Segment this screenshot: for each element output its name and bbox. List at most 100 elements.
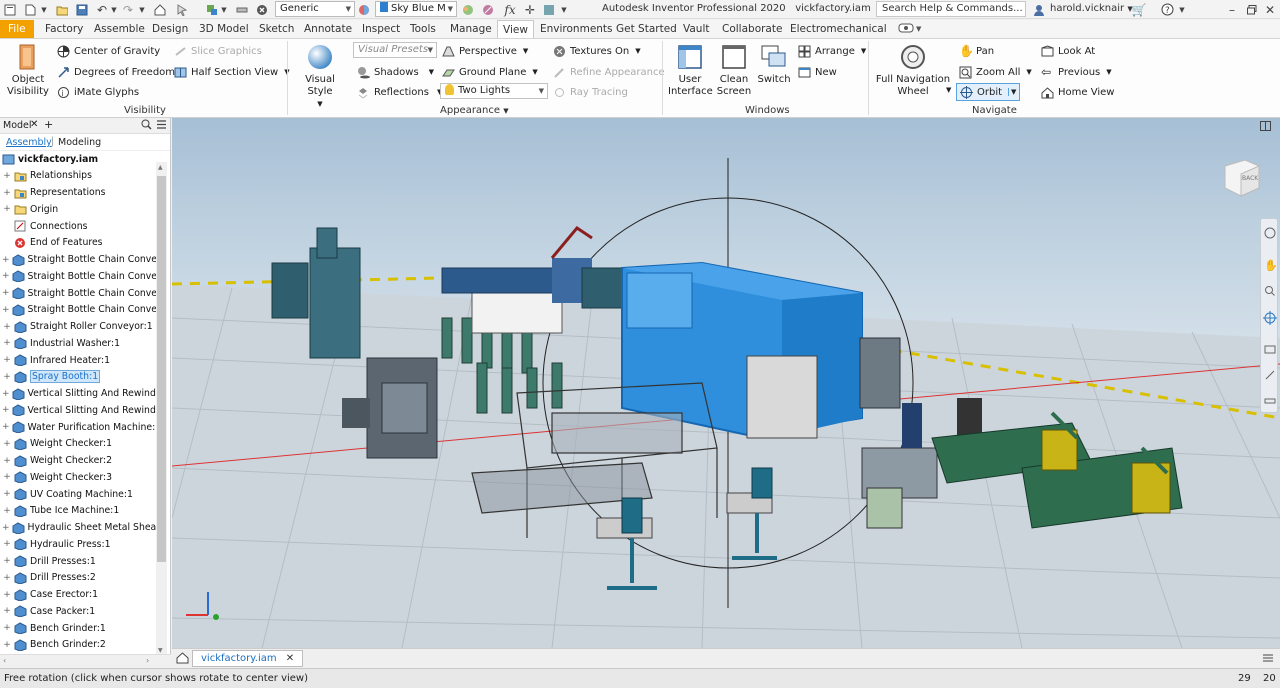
tree-item[interactable]: + Relationships [0, 168, 156, 184]
tree-expand-icon[interactable]: + [2, 573, 12, 583]
previous-view-button[interactable]: ⇦ Previous ▼ [1041, 64, 1112, 80]
tree-item[interactable]: + Bench Grinder:1 [0, 620, 156, 636]
tree-expand-icon[interactable]: + [2, 338, 12, 348]
appearance-select[interactable]: Sky Blue M ▼ [375, 1, 457, 17]
tab-file[interactable]: File [0, 20, 34, 38]
previous-dropdown-icon[interactable]: ▼ [1106, 68, 1111, 76]
visual-style-button[interactable]: Visual Style ▼ [292, 43, 348, 110]
tree-expand-icon[interactable]: + [2, 439, 12, 449]
uv-coating-machine[interactable] [581, 267, 628, 309]
nav-wheel-icon[interactable] [1264, 227, 1276, 242]
undo-dropdown-icon[interactable]: ▼ [110, 2, 118, 17]
add-plus-icon[interactable]: ✛ [524, 2, 536, 17]
tree-expand-icon[interactable]: + [2, 623, 12, 633]
tree-item[interactable]: + Hydraulic Sheet Metal Shear:1 [0, 520, 156, 536]
reflections-button[interactable]: Reflections ▼ [357, 84, 442, 100]
tree-item[interactable]: + Straight Bottle Chain Conveyor:3 [0, 285, 156, 301]
tree-item[interactable]: + Weight Checker:3 [0, 469, 156, 485]
arrange-button[interactable]: Arrange ▼ [798, 43, 866, 59]
restore-icon[interactable] [1246, 2, 1258, 17]
nav-pan-icon[interactable]: ✋ [1264, 259, 1278, 272]
slice-graphics-button[interactable]: Slice Graphics [174, 43, 262, 59]
help-dropdown-icon[interactable]: ▼ [1178, 2, 1186, 17]
nav-walk-icon[interactable] [1264, 369, 1276, 384]
tree-expand-icon[interactable]: + [2, 489, 12, 499]
redo-icon[interactable]: ↷ [122, 2, 134, 17]
tree-item[interactable]: + Origin [0, 201, 156, 217]
degrees-of-freedom-button[interactable]: Degrees of Freedom [57, 64, 175, 80]
switch-window-button[interactable]: Switch [755, 43, 793, 86]
scroll-down-icon[interactable]: ▼ [158, 647, 163, 654]
navigation-wheel-dropdown-icon[interactable]: ▼ [946, 86, 951, 94]
tree-item[interactable]: + Tube Ice Machine:1 [0, 503, 156, 519]
textures-on-button[interactable]: Textures On ▼ [553, 43, 641, 59]
tree-item[interactable]: + Weight Checker:1 [0, 436, 156, 452]
refine-appearance-button[interactable]: Refine Appearance [553, 64, 665, 80]
app-menu-icon[interactable] [4, 2, 16, 17]
tree-item[interactable]: + Straight Bottle Chain Conveyor:4 [0, 302, 156, 318]
spray-booth[interactable] [621, 261, 863, 438]
tree-item[interactable]: + UV Coating Machine:1 [0, 486, 156, 502]
tree-item[interactable]: + Weight Checker:2 [0, 453, 156, 469]
tree-expand-icon[interactable]: + [2, 506, 12, 516]
zoom-dropdown-icon[interactable]: ▼ [1026, 68, 1031, 76]
tree-item[interactable]: + Drill Presses:2 [0, 570, 156, 586]
visual-style-select[interactable]: Generic ▼ [275, 1, 355, 17]
update-dropdown-icon[interactable]: ▼ [220, 2, 228, 17]
scroll-right-icon[interactable]: › [146, 656, 149, 665]
look-at-button[interactable]: Look At [1041, 43, 1095, 59]
tree-item[interactable]: + Straight Bottle Chain Conveyor:1 [0, 252, 156, 268]
tree-item[interactable]: + Bench Grinder:2 [0, 637, 156, 651]
tree-expand-icon[interactable]: + [2, 556, 12, 566]
user-interface-button[interactable]: User Interface [668, 43, 713, 98]
browser-scroll-thumb[interactable] [157, 176, 166, 562]
parameters-fx-icon[interactable]: fx [503, 2, 517, 17]
tree-expand-icon[interactable]: + [2, 188, 12, 198]
tree-expand-icon[interactable]: + [2, 271, 10, 281]
browser-search-icon[interactable] [141, 119, 152, 133]
tree-expand-icon[interactable]: + [2, 539, 12, 549]
tree-item[interactable]: + Straight Bottle Chain Conveyor:2 [0, 268, 156, 284]
bim-icon[interactable] [543, 2, 555, 17]
tree-expand-icon[interactable]: + [2, 322, 12, 332]
tab-modeling[interactable]: Modeling [58, 137, 101, 148]
visual-presets-select[interactable]: Visual Presets ▼ [353, 42, 437, 58]
viewcube[interactable]: BACK [1219, 156, 1263, 200]
document-tabs-menu-icon[interactable] [1262, 652, 1274, 667]
help-icon[interactable]: ? [1160, 2, 1174, 17]
tree-item[interactable]: + Infrared Heater:1 [0, 352, 156, 368]
nav-orbit-icon[interactable] [1263, 311, 1277, 328]
nav-look-at-icon[interactable] [1264, 343, 1276, 358]
ground-plane-dropdown-icon[interactable]: ▼ [532, 68, 537, 76]
home-icon[interactable] [154, 2, 166, 17]
tab-sketch[interactable]: Sketch [259, 20, 294, 38]
color-override-icon[interactable] [462, 2, 474, 17]
tree-expand-icon[interactable]: + [2, 456, 12, 466]
tab-tools[interactable]: Tools [410, 20, 436, 38]
object-visibility-button[interactable]: Object Visibility [6, 43, 50, 98]
tab-inspect[interactable]: Inspect [362, 20, 400, 38]
shadows-button[interactable]: Shadows ▼ [357, 64, 434, 80]
tree-expand-icon[interactable]: + [2, 305, 10, 315]
pan-button[interactable]: ✋ Pan [959, 43, 994, 59]
document-tab[interactable]: vickfactory.iam ✕ [192, 650, 304, 667]
tree-item[interactable]: End of Features [0, 235, 156, 251]
open-folder-icon[interactable] [56, 2, 68, 17]
new-dropdown-icon[interactable]: ▼ [40, 2, 48, 17]
lighting-select[interactable]: Two Lights ▼ [440, 83, 548, 99]
perspective-dropdown-icon[interactable]: ▼ [523, 47, 528, 55]
bottle-chain-conveyor[interactable] [441, 226, 593, 303]
minimize-icon[interactable]: – [1226, 2, 1238, 17]
home-tab-icon[interactable] [176, 651, 189, 667]
tree-item[interactable]: Connections [0, 218, 156, 234]
tab-design[interactable]: Design [152, 20, 188, 38]
home-view-button[interactable]: Home View [1041, 84, 1114, 100]
tree-expand-icon[interactable]: + [2, 422, 10, 432]
tree-expand-icon[interactable]: + [2, 204, 12, 214]
half-section-view-button[interactable]: Half Section View ▼ [174, 64, 290, 80]
nav-zoom-icon[interactable] [1264, 285, 1276, 300]
document-tab-close-icon[interactable]: ✕ [286, 653, 294, 664]
tree-expand-icon[interactable]: + [2, 389, 10, 399]
browser-add-icon[interactable]: + [44, 118, 53, 131]
graphics-viewport[interactable]: BACK ✋ [172, 118, 1280, 648]
